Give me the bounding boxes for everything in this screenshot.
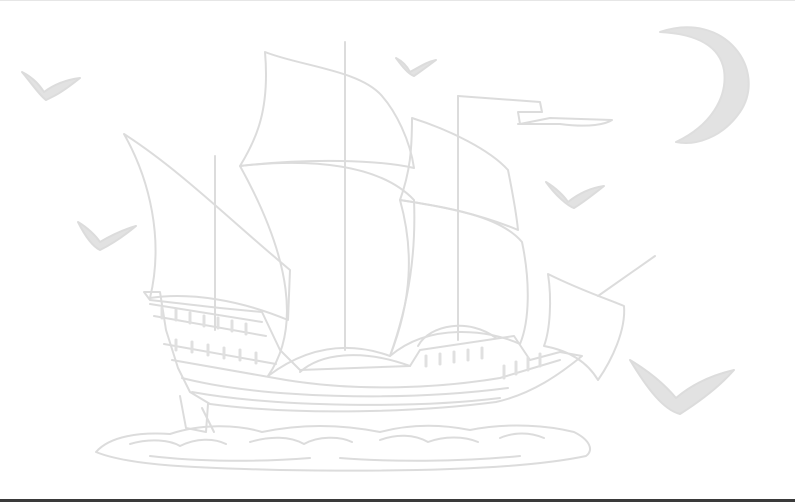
bird-icon: [21, 71, 81, 101]
bird-icon: [545, 181, 605, 209]
waves-icon: [95, 424, 591, 472]
bird-icon: [77, 221, 137, 251]
bird-icon: [395, 57, 437, 77]
crescent-moon-icon: [659, 26, 750, 144]
ship-illustration: [21, 26, 750, 472]
illustration-frame: [0, 0, 795, 502]
sailing-ship-icon: [123, 41, 656, 433]
bird-icon: [629, 359, 735, 415]
